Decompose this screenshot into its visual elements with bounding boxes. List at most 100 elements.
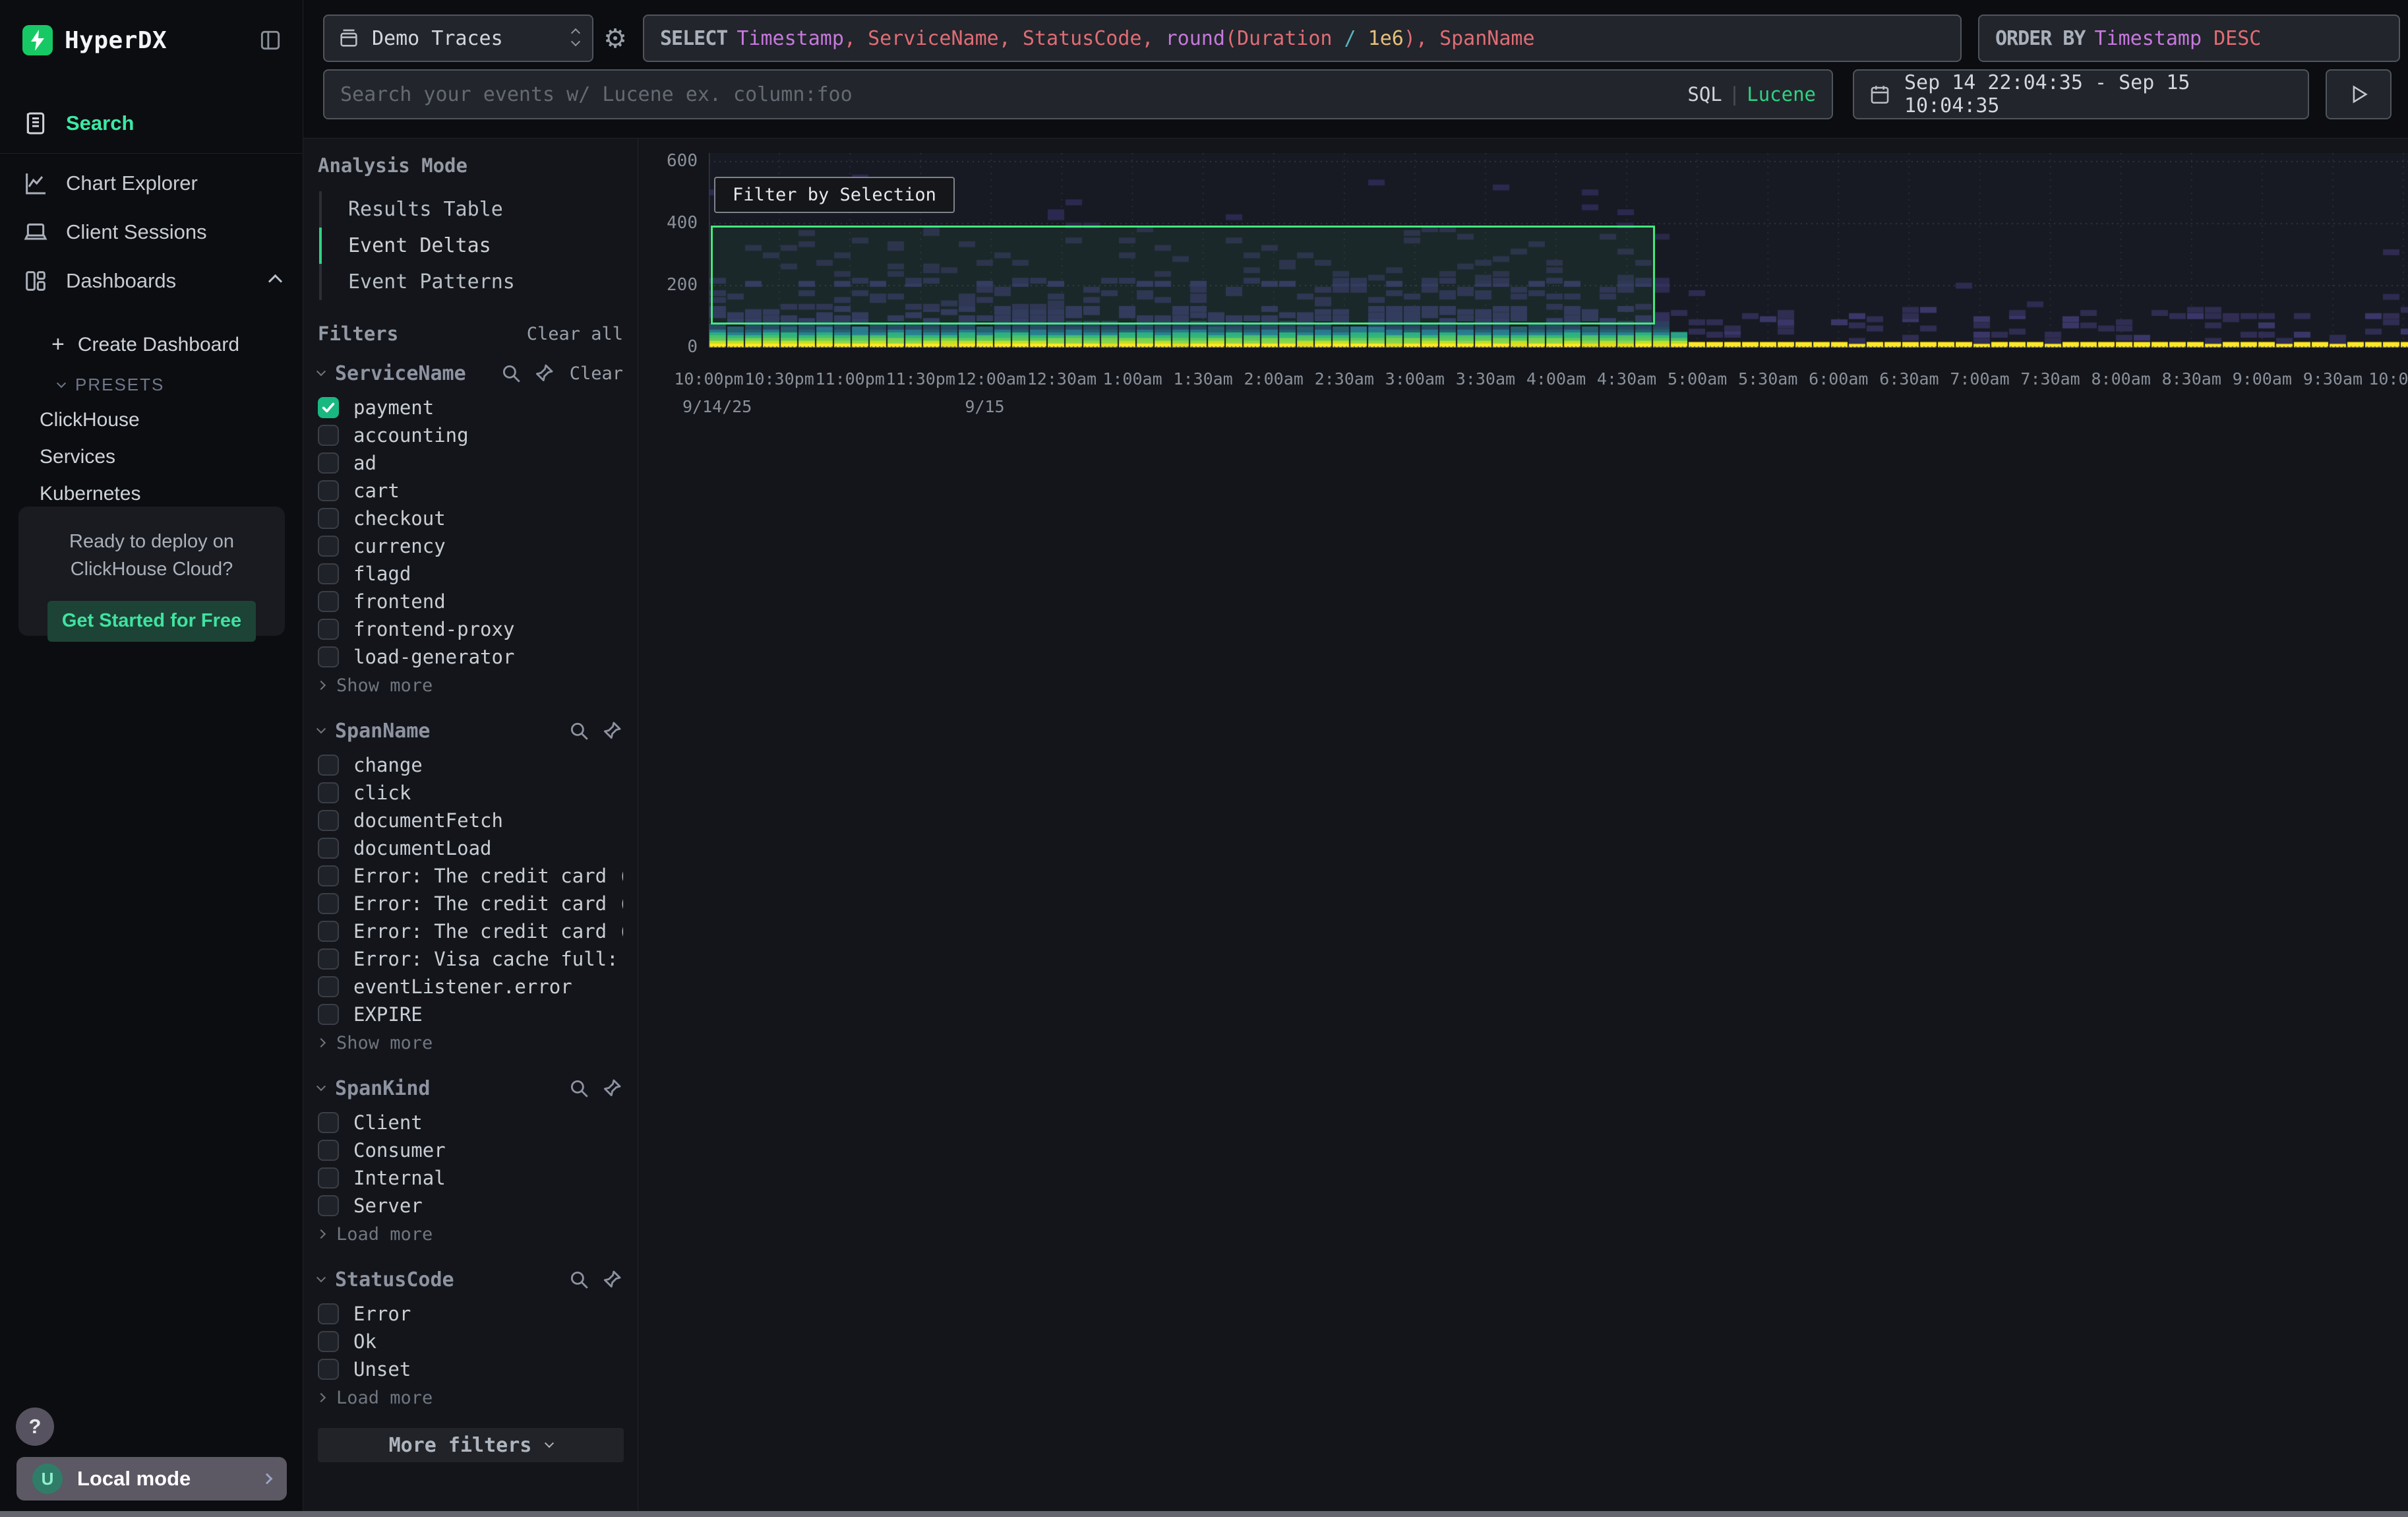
- checkbox[interactable]: [318, 782, 339, 803]
- search-input[interactable]: [340, 83, 1681, 106]
- filter-option[interactable]: Error: The credit card (…: [318, 917, 623, 945]
- create-dashboard-button[interactable]: + Create Dashboard: [0, 324, 303, 365]
- chevron-down-icon[interactable]: [316, 1082, 326, 1091]
- filter-group-name[interactable]: SpanName: [335, 720, 431, 743]
- date-range-picker[interactable]: Sep 14 22:04:35 - Sep 15 10:04:35: [1853, 69, 2309, 119]
- search-icon[interactable]: [500, 362, 522, 385]
- chevron-down-icon[interactable]: [316, 724, 326, 733]
- filter-option[interactable]: documentLoad: [318, 834, 623, 862]
- sql-mode-toggle[interactable]: SQL: [1687, 83, 1722, 106]
- sidebar-item-dashboards[interactable]: Dashboards: [0, 257, 303, 305]
- filter-option[interactable]: change: [318, 751, 623, 779]
- filter-option[interactable]: Error: The credit card (…: [318, 890, 623, 917]
- checkbox[interactable]: [318, 755, 339, 776]
- filter-option[interactable]: click: [318, 779, 623, 807]
- show-more-button[interactable]: Show more: [318, 672, 623, 698]
- run-query-button[interactable]: [2326, 69, 2392, 119]
- filter-group-name[interactable]: SpanKind: [335, 1077, 431, 1100]
- filter-by-selection-button[interactable]: Filter by Selection: [714, 177, 955, 213]
- filter-option[interactable]: payment: [318, 394, 623, 421]
- filter-option[interactable]: Unset: [318, 1355, 623, 1383]
- checkbox[interactable]: [318, 1004, 339, 1025]
- checkbox[interactable]: [318, 865, 339, 886]
- pin-icon[interactable]: [533, 362, 555, 385]
- checkbox[interactable]: [318, 536, 339, 557]
- filter-option[interactable]: Error: Visa cache full: …: [318, 945, 623, 973]
- pin-icon[interactable]: [601, 1077, 623, 1099]
- checkbox[interactable]: [318, 1195, 339, 1216]
- checkbox[interactable]: [318, 480, 339, 501]
- horizontal-scrollbar[interactable]: [0, 1511, 2408, 1517]
- source-select[interactable]: Demo Traces: [323, 15, 593, 62]
- filter-option[interactable]: currency: [318, 532, 623, 560]
- lucene-mode-toggle[interactable]: Lucene: [1747, 83, 1816, 106]
- sidebar-item-chart-explorer[interactable]: Chart Explorer: [0, 159, 303, 208]
- checkbox[interactable]: [318, 921, 339, 942]
- filter-option[interactable]: load-generator: [318, 643, 623, 671]
- filter-option[interactable]: ad: [318, 449, 623, 477]
- filter-option[interactable]: EXPIRE: [318, 1001, 623, 1028]
- analysis-mode-event-deltas[interactable]: Event Deltas: [319, 228, 623, 264]
- gear-icon[interactable]: ⚙: [600, 24, 630, 54]
- filter-option[interactable]: Internal: [318, 1164, 623, 1192]
- sidebar-item-client-sessions[interactable]: Client Sessions: [0, 208, 303, 257]
- show-more-button[interactable]: Show more: [318, 1030, 623, 1056]
- clear-filter-button[interactable]: Clear: [570, 363, 623, 384]
- filter-option[interactable]: eventListener.error: [318, 973, 623, 1001]
- checkbox[interactable]: [318, 425, 339, 446]
- collapse-sidebar-icon[interactable]: [258, 28, 283, 53]
- checkbox[interactable]: [318, 563, 339, 584]
- checkbox-checked[interactable]: [318, 397, 339, 418]
- filter-option[interactable]: Client: [318, 1109, 623, 1136]
- checkbox[interactable]: [318, 1167, 339, 1189]
- checkbox[interactable]: [318, 1331, 339, 1352]
- clear-all-button[interactable]: Clear all: [527, 324, 623, 344]
- filter-option[interactable]: flagd: [318, 560, 623, 588]
- checkbox[interactable]: [318, 508, 339, 529]
- select-query-input[interactable]: SELECT Timestamp, ServiceName, StatusCod…: [643, 15, 1962, 62]
- filter-option[interactable]: Error: The credit card (…: [318, 862, 623, 890]
- checkbox[interactable]: [318, 893, 339, 914]
- search-icon[interactable]: [568, 720, 590, 742]
- sidebar-item-clickhouse[interactable]: ClickHouse: [0, 402, 303, 439]
- help-button[interactable]: ?: [16, 1408, 54, 1446]
- orderby-input[interactable]: ORDER BY Timestamp DESC: [1978, 15, 2400, 62]
- checkbox[interactable]: [318, 646, 339, 667]
- checkbox[interactable]: [318, 1303, 339, 1324]
- checkbox[interactable]: [318, 976, 339, 997]
- presets-toggle[interactable]: PRESETS: [0, 365, 303, 402]
- filter-option[interactable]: frontend-proxy: [318, 615, 623, 643]
- search-icon[interactable]: [568, 1268, 590, 1291]
- checkbox[interactable]: [318, 1140, 339, 1161]
- chevron-down-icon[interactable]: [316, 367, 326, 376]
- get-started-button[interactable]: Get Started for Free: [47, 601, 256, 642]
- filter-option[interactable]: checkout: [318, 505, 623, 532]
- filter-group-name[interactable]: StatusCode: [335, 1268, 454, 1291]
- show-more-button[interactable]: Load more: [318, 1221, 623, 1247]
- checkbox[interactable]: [318, 591, 339, 612]
- filter-option[interactable]: accounting: [318, 421, 623, 449]
- filter-option[interactable]: frontend: [318, 588, 623, 615]
- filter-option[interactable]: Ok: [318, 1328, 623, 1355]
- sidebar-item-search[interactable]: Search: [0, 99, 303, 148]
- checkbox[interactable]: [318, 619, 339, 640]
- checkbox[interactable]: [318, 1359, 339, 1380]
- analysis-mode-results-table[interactable]: Results Table: [319, 191, 623, 228]
- filter-option[interactable]: Server: [318, 1192, 623, 1220]
- filter-option[interactable]: Consumer: [318, 1136, 623, 1164]
- analysis-mode-event-patterns[interactable]: Event Patterns: [319, 264, 623, 300]
- more-filters-button[interactable]: More filters: [318, 1428, 624, 1462]
- checkbox[interactable]: [318, 838, 339, 859]
- checkbox[interactable]: [318, 452, 339, 474]
- filter-option[interactable]: Error: [318, 1300, 623, 1328]
- search-icon[interactable]: [568, 1077, 590, 1099]
- filter-option[interactable]: documentFetch: [318, 807, 623, 834]
- pin-icon[interactable]: [601, 1268, 623, 1291]
- sidebar-item-services[interactable]: Services: [0, 439, 303, 476]
- show-more-button[interactable]: Load more: [318, 1384, 623, 1411]
- checkbox[interactable]: [318, 810, 339, 831]
- chevron-down-icon[interactable]: [316, 1273, 326, 1282]
- local-mode-menu[interactable]: U Local mode: [16, 1457, 287, 1501]
- pin-icon[interactable]: [601, 720, 623, 742]
- filter-option[interactable]: cart: [318, 477, 623, 505]
